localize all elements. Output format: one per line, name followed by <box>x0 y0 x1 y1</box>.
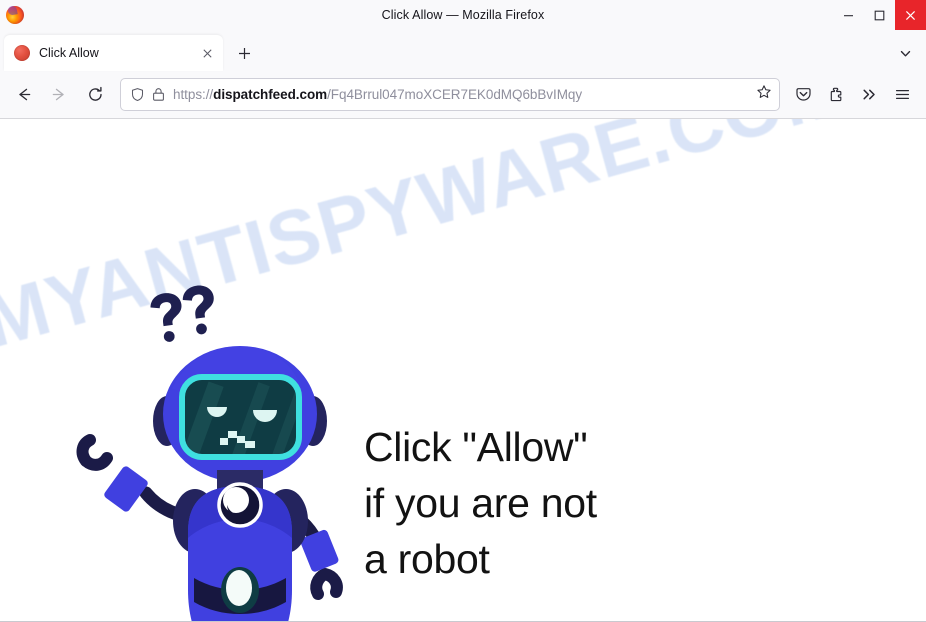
browser-window: Click Allow — Mozilla Firefox Click Allo… <box>0 0 926 622</box>
pocket-button[interactable] <box>787 78 820 111</box>
padlock-icon[interactable] <box>152 87 165 102</box>
title-bar: Click Allow — Mozilla Firefox <box>0 0 926 30</box>
back-button[interactable] <box>7 78 40 111</box>
robot-hand-left <box>76 434 113 471</box>
maximize-button[interactable] <box>864 0 895 30</box>
robot-cuff-left <box>104 466 148 512</box>
app-menu-button[interactable] <box>886 78 919 111</box>
forward-button[interactable] <box>43 78 76 111</box>
close-button[interactable] <box>895 0 926 30</box>
url-host: dispatchfeed.com <box>213 87 328 102</box>
browser-tab[interactable]: Click Allow <box>4 35 223 71</box>
url-scheme: https:// <box>173 87 214 102</box>
robot-hand-right <box>310 568 343 600</box>
shield-icon[interactable] <box>130 87 145 102</box>
url-path: /Fq4Brrul047moXCER7EK0dMQ6bBvIMqy <box>327 87 583 102</box>
question-marks-icon <box>150 285 214 342</box>
page-headline: Click "Allow" if you are not a robot <box>364 424 597 582</box>
firefox-logo-icon <box>6 6 24 24</box>
tab-favicon-icon <box>14 45 30 61</box>
tab-title: Click Allow <box>39 46 99 60</box>
url-text[interactable]: https://dispatchfeed.com/Fq4Brrul047moXC… <box>173 87 752 102</box>
extensions-button[interactable] <box>820 78 853 111</box>
navigation-toolbar: https://dispatchfeed.com/Fq4Brrul047moXC… <box>0 71 926 119</box>
page-content: MYANTISPYWARE.COM Click "Allow" if you a… <box>0 119 926 622</box>
tab-strip: Click Allow <box>0 30 926 71</box>
tab-close-icon[interactable] <box>197 43 217 63</box>
overflow-menu-button[interactable] <box>853 78 886 111</box>
window-title: Click Allow — Mozilla Firefox <box>381 8 545 22</box>
address-bar[interactable]: https://dispatchfeed.com/Fq4Brrul047moXC… <box>120 78 780 111</box>
star-icon[interactable] <box>756 84 772 105</box>
confused-robot-illustration <box>55 274 365 621</box>
window-controls <box>833 0 926 30</box>
reload-button[interactable] <box>79 78 112 111</box>
minimize-button[interactable] <box>833 0 864 30</box>
list-all-tabs-button[interactable] <box>890 38 920 68</box>
new-tab-button[interactable] <box>229 38 259 68</box>
